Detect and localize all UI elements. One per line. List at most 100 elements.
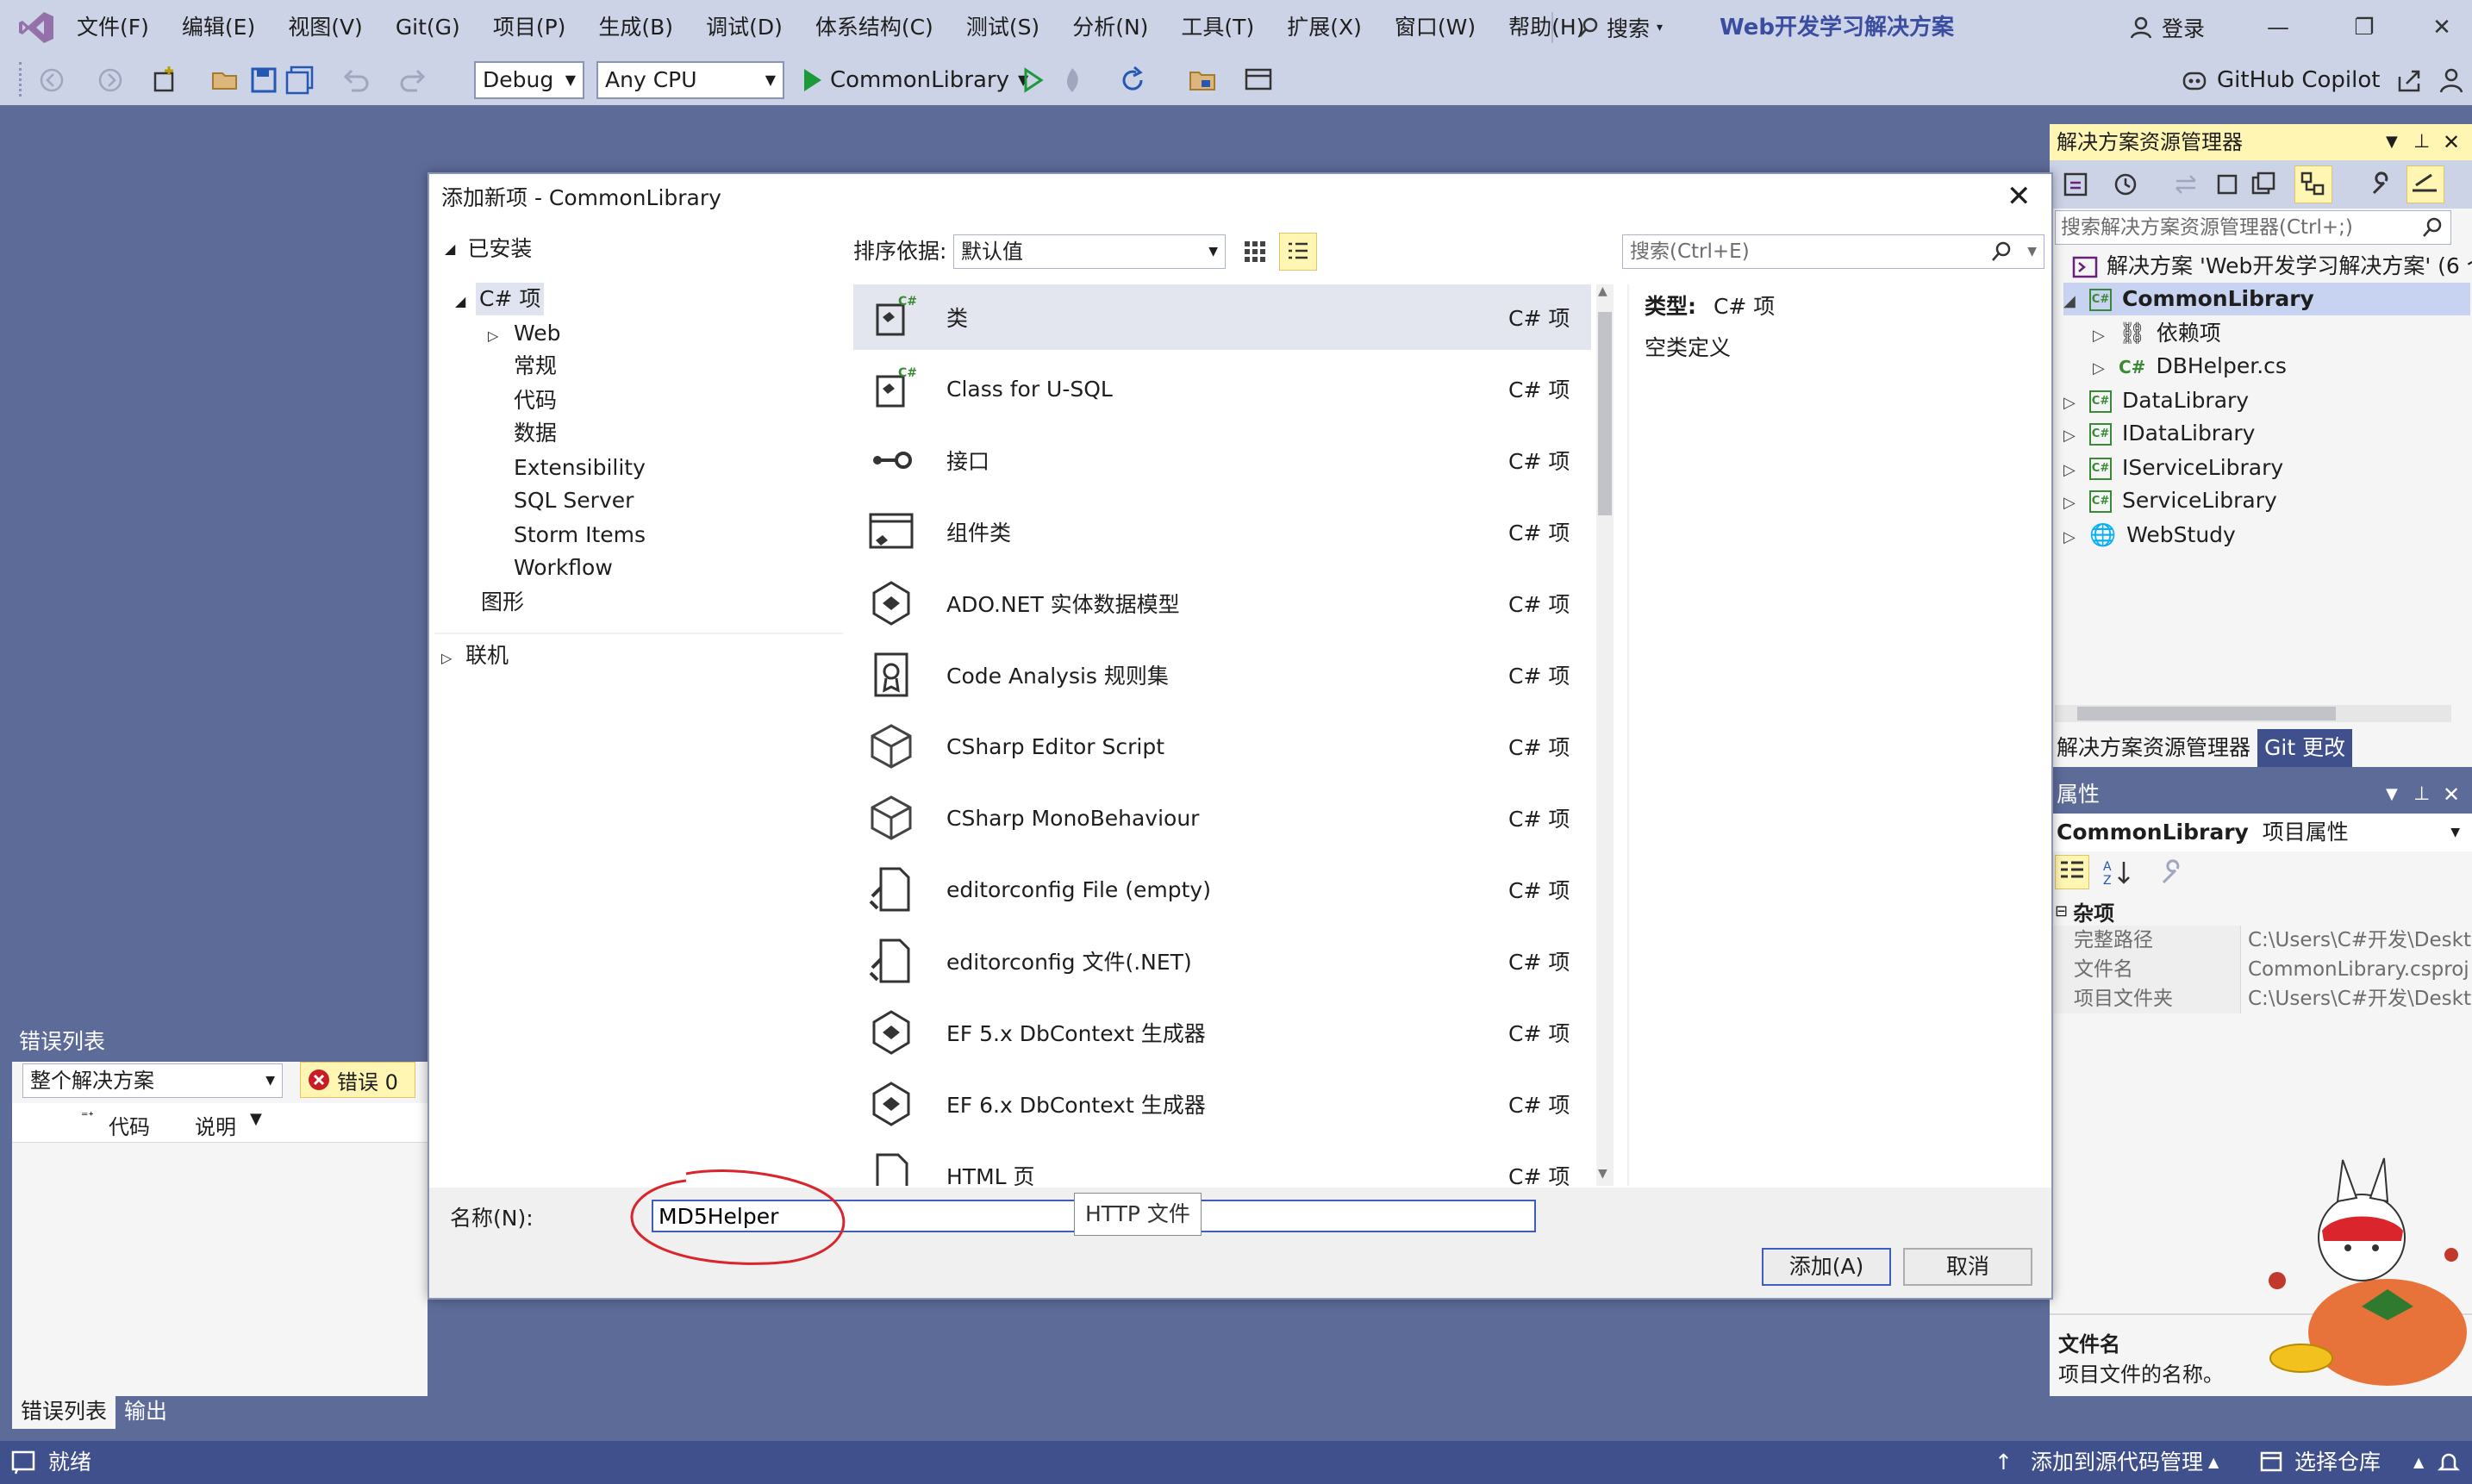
- property-row[interactable]: 项目文件夹 C:\Users\C#开发\Deskt: [2050, 984, 2472, 1013]
- hot-reload-icon[interactable]: [1057, 65, 1088, 96]
- solution-node[interactable]: 解决方案 'Web开发学习解决方案' (6 个: [2072, 250, 2472, 283]
- error-scope-select[interactable]: 整个解决方案 ▼: [22, 1063, 283, 1098]
- menu-architecture[interactable]: 体系结构(C): [799, 0, 950, 55]
- start-debug-icon[interactable]: [796, 65, 827, 96]
- column-code[interactable]: 代码: [109, 1110, 150, 1140]
- expander-icon[interactable]: ◢: [2063, 285, 2077, 318]
- dialog-close-button[interactable]: ✕: [2007, 179, 2032, 214]
- nav-graphics[interactable]: 图形: [481, 586, 524, 619]
- expander-icon[interactable]: ▷: [2063, 454, 2077, 487]
- scrollbar-thumb[interactable]: [2077, 707, 2336, 720]
- expander-icon[interactable]: ▷: [2063, 420, 2077, 452]
- platform-select[interactable]: Any CPU ▼: [596, 61, 784, 99]
- preview-button[interactable]: [2406, 165, 2444, 203]
- template-item[interactable]: HTML 页 C# 项: [853, 1143, 1591, 1186]
- properties-category[interactable]: ⊟ 杂项: [2055, 896, 2114, 926]
- errors-filter-button[interactable]: 错误 0: [300, 1062, 415, 1098]
- menu-build[interactable]: 生成(B): [582, 0, 690, 55]
- template-item[interactable]: C# Class for U-SQL C# 项: [853, 356, 1591, 421]
- tab-error-list[interactable]: 错误列表: [12, 1394, 116, 1429]
- save-icon[interactable]: [248, 65, 279, 96]
- nav-expander[interactable]: ◢: [455, 283, 465, 315]
- menu-extensions[interactable]: 扩展(X): [1270, 0, 1378, 55]
- minimize-button[interactable]: —: [2248, 0, 2308, 55]
- menu-debug[interactable]: 调试(D): [690, 0, 799, 55]
- show-all-files-button[interactable]: [2294, 165, 2332, 203]
- global-search[interactable]: 搜索 ▾: [1577, 0, 1663, 55]
- scroll-up-icon[interactable]: ▲: [1598, 284, 1607, 298]
- menu-window[interactable]: 窗口(W): [1378, 0, 1492, 55]
- tab-solution-explorer[interactable]: 解决方案资源管理器: [2050, 729, 2258, 767]
- properties-wrench-icon[interactable]: [2369, 171, 2396, 198]
- back-icon[interactable]: [36, 65, 67, 96]
- window-layout-icon[interactable]: [1243, 65, 1274, 96]
- tree-item[interactable]: ▷ C# IServiceLibrary: [2063, 452, 2283, 484]
- property-row[interactable]: 文件名 CommonLibrary.csproj: [2050, 955, 2472, 984]
- expander-icon[interactable]: ▷: [2093, 320, 2107, 352]
- alphabetical-icon[interactable]: AZ: [2101, 857, 2132, 888]
- expander-icon[interactable]: ▷: [2093, 352, 2107, 385]
- filter-icon[interactable]: ⁼ᐩ: [81, 1108, 94, 1125]
- template-item[interactable]: editorconfig File (empty) C# 项: [853, 857, 1591, 922]
- column-description[interactable]: 说明: [195, 1110, 236, 1140]
- menu-project[interactable]: 项目(P): [477, 0, 583, 55]
- pin-icon[interactable]: ⊥: [2413, 776, 2430, 814]
- collapse-all-icon[interactable]: [2250, 171, 2277, 198]
- history-icon[interactable]: [2112, 171, 2139, 198]
- github-copilot-button[interactable]: GitHub Copilot: [2181, 61, 2380, 99]
- nav-expander[interactable]: ▷: [441, 639, 452, 672]
- forward-icon[interactable]: [95, 65, 126, 96]
- template-item[interactable]: ADO.NET 实体数据模型 C# 项: [853, 571, 1591, 636]
- horizontal-scrollbar[interactable]: [2055, 705, 2451, 722]
- tree-item[interactable]: ▷ 🌐 WebStudy: [2063, 519, 2236, 552]
- template-item[interactable]: EF 6.x DbContext 生成器 C# 项: [853, 1071, 1591, 1137]
- menu-tools[interactable]: 工具(T): [1164, 0, 1270, 55]
- add-source-control-button[interactable]: 添加到源代码管理: [2031, 1441, 2203, 1484]
- template-item[interactable]: 组件类 C# 项: [853, 499, 1591, 564]
- status-output-icon[interactable]: [10, 1450, 36, 1475]
- new-project-icon[interactable]: [150, 65, 181, 96]
- menu-git[interactable]: Git(G): [379, 0, 477, 55]
- nav-expander[interactable]: ▷: [488, 317, 498, 350]
- tree-item[interactable]: ▷ C# IDataLibrary: [2063, 417, 2255, 450]
- undo-icon[interactable]: [340, 65, 371, 96]
- scrollbar-thumb[interactable]: [1598, 312, 1612, 515]
- pin-icon[interactable]: ⊥: [2413, 124, 2430, 160]
- tab-output[interactable]: 输出: [115, 1394, 176, 1429]
- cancel-button[interactable]: 取消: [1903, 1248, 2032, 1286]
- solution-search-input[interactable]: 搜索解决方案资源管理器(Ctrl+;): [2055, 210, 2451, 245]
- template-search-input[interactable]: 搜索(Ctrl+E) ▼: [1622, 234, 2044, 269]
- nav-sql-server[interactable]: SQL Server: [514, 484, 634, 517]
- nav-csharp-items[interactable]: C# 项: [476, 283, 545, 315]
- nav-workflow[interactable]: Workflow: [514, 552, 613, 584]
- template-item[interactable]: CSharp MonoBehaviour C# 项: [853, 785, 1591, 851]
- select-repository-button[interactable]: 选择仓库: [2294, 1441, 2381, 1484]
- expander-icon[interactable]: ▷: [2063, 521, 2077, 554]
- tree-item[interactable]: ▷ C# ServiceLibrary: [2063, 484, 2277, 517]
- open-folder-icon[interactable]: [210, 65, 241, 96]
- refresh-icon[interactable]: [2213, 171, 2241, 198]
- add-button[interactable]: 添加(A): [1762, 1248, 1891, 1286]
- chevron-down-icon[interactable]: ▼: [2386, 124, 2398, 160]
- feedback-icon[interactable]: [2436, 65, 2467, 96]
- start-without-debug-icon[interactable]: [1017, 65, 1048, 96]
- small-icons-view-icon[interactable]: [1241, 238, 1269, 265]
- nav-general[interactable]: 常规: [514, 350, 557, 383]
- tree-item[interactable]: ▷ ⛓ 依赖项: [2093, 317, 2221, 350]
- template-item[interactable]: EF 5.x DbContext 生成器 C# 项: [853, 1000, 1591, 1065]
- template-item[interactable]: editorconfig 文件(.NET) C# 项: [853, 928, 1591, 994]
- chevron-down-icon[interactable]: ▼: [2386, 776, 2398, 814]
- list-view-button[interactable]: [1279, 233, 1317, 271]
- property-row[interactable]: 完整路径 C:\Users\C#开发\Deskt: [2050, 926, 2472, 955]
- tab-git-changes[interactable]: Git 更改: [2257, 729, 2353, 767]
- tree-item[interactable]: ▷ C# DataLibrary: [2063, 384, 2249, 417]
- chevron-down-icon[interactable]: ▼: [250, 1110, 262, 1128]
- close-icon[interactable]: ✕: [2443, 124, 2460, 160]
- installed-section[interactable]: ◢ 已安装: [434, 231, 532, 267]
- menu-test[interactable]: 测试(S): [950, 0, 1056, 55]
- share-icon[interactable]: [2394, 65, 2425, 96]
- sync-icon[interactable]: [2172, 171, 2200, 198]
- nav-extensibility[interactable]: Extensibility: [514, 452, 646, 484]
- redo-icon[interactable]: [398, 65, 429, 96]
- sort-by-select[interactable]: 默认值 ▼: [953, 234, 1226, 269]
